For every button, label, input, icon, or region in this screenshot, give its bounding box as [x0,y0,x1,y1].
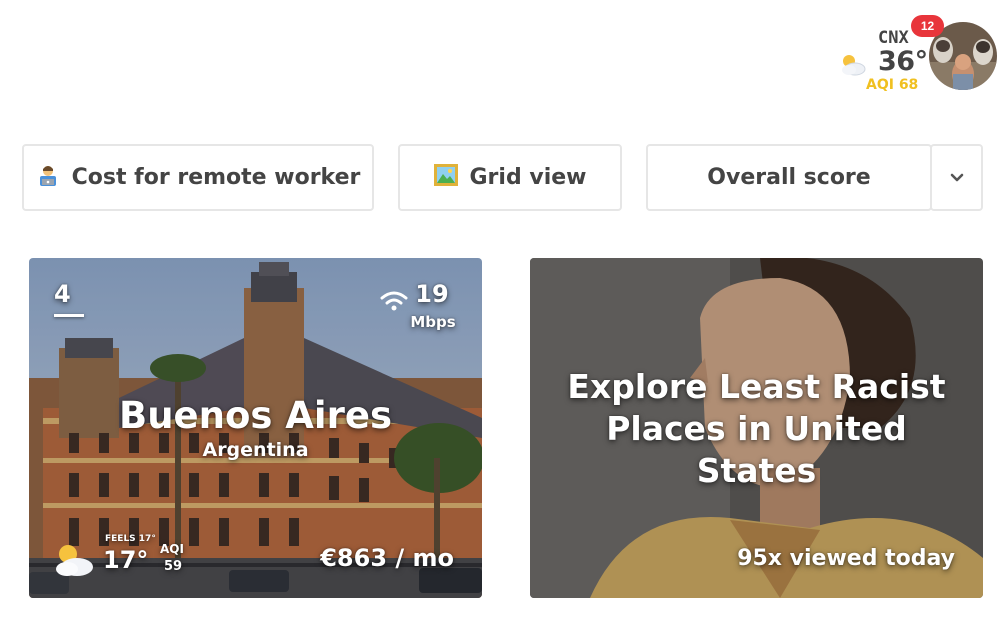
feels-like: FEELS 17° [105,534,156,544]
promo-card[interactable]: Explore Least Racist Places in United St… [530,258,983,598]
sort-select-label: Overall score [707,165,871,190]
city-temperature: 17° [103,546,149,574]
sun-behind-cloud-icon [842,55,866,76]
weather-widget[interactable]: CNX 36° AQI 68 [834,26,928,96]
wifi-icon [380,291,408,311]
rank-underline [54,314,84,317]
internet-speed-unit: Mbps [410,313,456,331]
city-rank: 4 [54,280,71,308]
country-name: Argentina [202,439,309,461]
framed-picture-emoji-icon [433,163,458,192]
monthly-cost: €863 / mo [320,544,454,572]
grid-view-button[interactable]: Grid view [398,144,622,211]
internet-speed: 19 [415,280,449,308]
cost-filter-button[interactable]: Cost for remote worker [22,144,374,211]
grid-view-label: Grid view [469,165,587,190]
notification-badge[interactable]: 12 [911,15,944,37]
sun-behind-cloud-icon [56,545,93,576]
cost-filter-label: Cost for remote worker [71,165,361,190]
chevron-down-icon [950,173,963,181]
city-aqi-label: AQI [160,542,184,556]
view-count: 95x viewed today [737,546,955,571]
city-name: Buenos Aires [119,394,392,437]
technologist-emoji-icon [36,163,60,193]
weather-aqi: AQI 68 [866,77,919,93]
promo-title: Explore Least Racist Places in United St… [567,367,946,490]
city-card[interactable]: 4 19 Mbps Buenos Aires Argentina FEELS 1… [29,258,482,598]
weather-city-code: CNX [878,28,909,48]
city-aqi-value: 59 [164,559,183,574]
sort-select[interactable]: Overall score [646,144,932,211]
sort-dropdown-toggle[interactable] [930,144,983,211]
weather-temperature: 36° [878,46,928,77]
